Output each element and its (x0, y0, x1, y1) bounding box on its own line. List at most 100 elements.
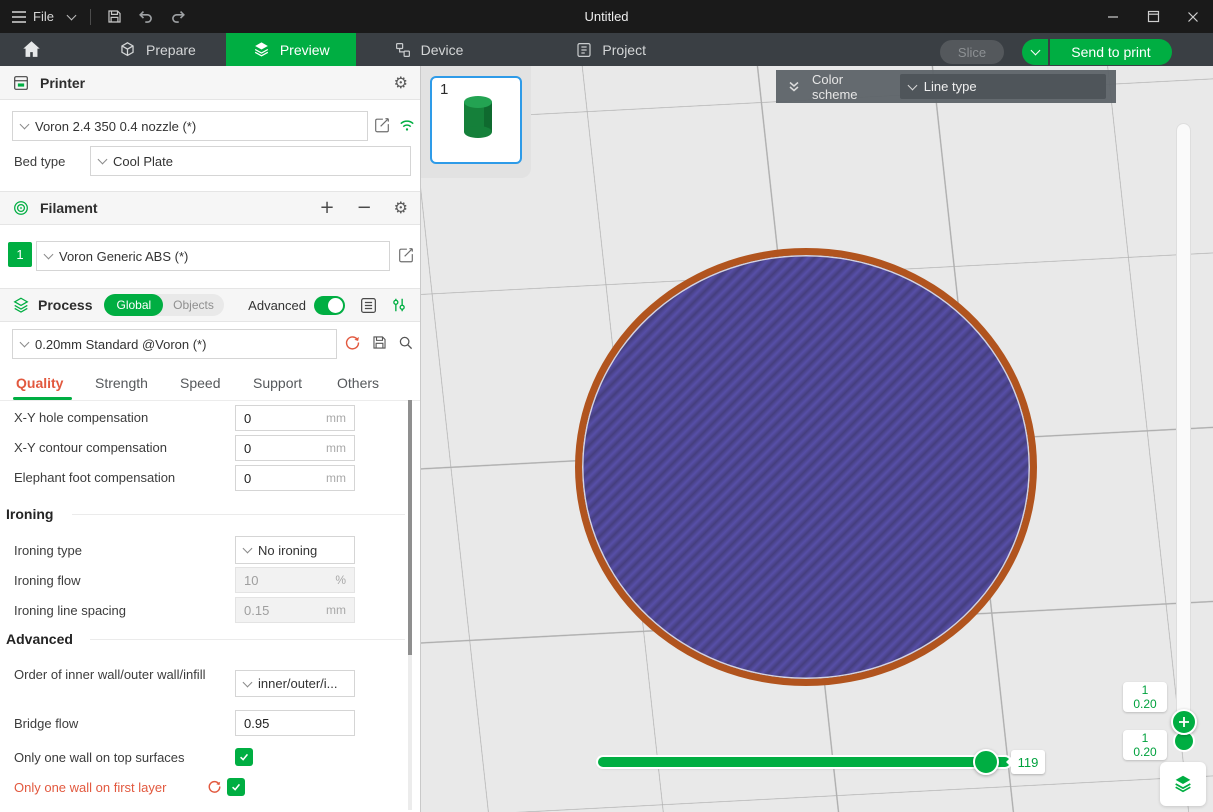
line-type-select[interactable]: Line type (900, 74, 1106, 99)
file-menu-label[interactable]: File (33, 9, 54, 24)
scope-objects-button[interactable]: Objects (163, 298, 224, 312)
wall-order-select[interactable]: inner/outer/i... (235, 670, 355, 697)
reset-preset-button[interactable] (344, 334, 361, 354)
tab-project-label: Project (602, 42, 646, 58)
device-icon (394, 41, 412, 59)
file-menu-dropdown[interactable] (61, 0, 82, 33)
save-preset-button[interactable] (371, 334, 388, 354)
setting-label: Ironing flow (14, 573, 80, 588)
collapse-options-button[interactable] (786, 79, 802, 95)
tab-speed[interactable]: Speed (180, 375, 220, 391)
bed-type-label: Bed type (14, 154, 65, 169)
add-filament-button[interactable]: + (319, 199, 334, 217)
scope-global-button[interactable]: Global (104, 294, 163, 316)
chevron-down-icon (907, 80, 917, 90)
filament-preset-value: Voron Generic ABS (*) (59, 249, 188, 264)
sidebar-scrollbar-thumb[interactable] (408, 400, 412, 655)
layer-height: 0.20 (1123, 745, 1167, 759)
xy-contour-compensation-input[interactable]: 0 mm (235, 435, 355, 461)
tab-device[interactable]: Device (368, 33, 490, 66)
elephant-foot-compensation-input[interactable]: 0 mm (235, 465, 355, 491)
home-button[interactable] (0, 33, 62, 66)
search-settings-button[interactable] (397, 334, 414, 354)
setting-label: Order of inner wall/outer wall/infill (14, 666, 219, 683)
filament-section-header: Filament + − ⚙ (0, 191, 420, 225)
wifi-icon (398, 117, 416, 133)
unit: mm (326, 441, 346, 455)
printer-settings-gear-icon[interactable]: ⚙ (394, 75, 408, 91)
filament-edit-button[interactable] (397, 246, 415, 267)
setting-label: X-Y hole compensation (14, 410, 148, 425)
move-slider-track[interactable] (598, 757, 1010, 767)
close-icon (1187, 11, 1199, 23)
chevron-down-icon (44, 250, 54, 260)
reset-icon (207, 779, 222, 794)
process-preset-select[interactable]: 0.20mm Standard @Voron (*) (12, 329, 337, 359)
printer-connection-button[interactable] (398, 117, 416, 136)
remove-filament-button[interactable]: − (357, 199, 372, 217)
close-button[interactable] (1173, 0, 1213, 33)
bed-type-select[interactable]: Cool Plate (90, 146, 411, 176)
toolbar-divider (90, 9, 91, 25)
filament-slot-badge[interactable]: 1 (8, 242, 32, 267)
xy-hole-compensation-input[interactable]: 0 mm (235, 405, 355, 431)
preview-canvas[interactable]: 1 Color scheme Line type 119 1 0.20 1 0.… (421, 66, 1213, 812)
printer-icon (12, 74, 30, 92)
filament-section-title: Filament (40, 200, 98, 216)
tab-support[interactable]: Support (253, 375, 302, 391)
printer-section-header: Printer ⚙ (0, 66, 420, 100)
send-options-button[interactable] (1022, 39, 1048, 65)
value: 0 (244, 411, 251, 426)
plate-thumbnail[interactable]: 1 (430, 76, 522, 164)
printer-edit-button[interactable] (373, 116, 391, 137)
parameter-list-icon[interactable] (359, 296, 378, 315)
slice-button[interactable]: Slice (940, 40, 1004, 64)
layer-view-button[interactable] (1160, 762, 1206, 806)
minimize-button[interactable] (1093, 0, 1133, 33)
unit: mm (326, 603, 346, 617)
layer-slider-track[interactable] (1177, 124, 1190, 745)
unit: mm (326, 471, 346, 485)
save-button[interactable] (99, 0, 130, 33)
printer-section-title: Printer (40, 75, 85, 91)
setting-label: Bridge flow (14, 716, 78, 731)
tab-prepare[interactable]: Prepare (92, 33, 222, 66)
tab-project[interactable]: Project (549, 33, 672, 66)
ironing-type-value: No ironing (258, 543, 317, 558)
save-icon (371, 334, 388, 351)
value: 0 (244, 441, 251, 456)
setting-label: X-Y contour compensation (14, 440, 167, 455)
printer-preset-select[interactable]: Voron 2.4 350 0.4 nozzle (*) (12, 111, 368, 141)
bridge-flow-input[interactable]: 0.95 (235, 710, 355, 736)
move-slider-handle[interactable] (973, 749, 999, 775)
tab-others[interactable]: Others (337, 375, 379, 391)
tune-parameters-icon[interactable] (390, 296, 408, 314)
layer-number: 1 (1123, 731, 1167, 745)
tab-quality[interactable]: Quality (16, 375, 63, 391)
layer-number: 1 (1123, 683, 1167, 697)
layers-icon (252, 40, 271, 59)
layer-range-badge-top: 1 0.20 (1123, 682, 1167, 712)
minimize-icon (1107, 11, 1119, 23)
ironing-type-select[interactable]: No ironing (235, 536, 355, 564)
tab-strength[interactable]: Strength (95, 375, 148, 391)
wall-order-value: inner/outer/i... (258, 676, 338, 691)
send-to-print-button[interactable]: Send to print (1050, 39, 1172, 65)
unit: mm (326, 411, 346, 425)
reset-setting-button[interactable] (207, 779, 222, 797)
undo-button[interactable] (130, 0, 162, 33)
maximize-button[interactable] (1133, 0, 1173, 33)
edit-icon (397, 246, 415, 264)
one-wall-top-checkbox[interactable] (235, 748, 253, 766)
main-menu-button[interactable]: File (4, 0, 61, 33)
advanced-toggle[interactable] (314, 296, 345, 315)
layer-slider-upper-handle[interactable] (1171, 709, 1197, 735)
cube-icon (118, 40, 137, 59)
filament-settings-gear-icon[interactable]: ⚙ (394, 200, 408, 216)
filament-preset-select[interactable]: Voron Generic ABS (*) (36, 241, 390, 271)
one-wall-first-checkbox[interactable] (227, 778, 245, 796)
redo-button[interactable] (162, 0, 194, 33)
bed-type-value: Cool Plate (113, 154, 173, 169)
layer-range-badge-bottom: 1 0.20 (1123, 730, 1167, 760)
tab-preview[interactable]: Preview (226, 33, 356, 66)
